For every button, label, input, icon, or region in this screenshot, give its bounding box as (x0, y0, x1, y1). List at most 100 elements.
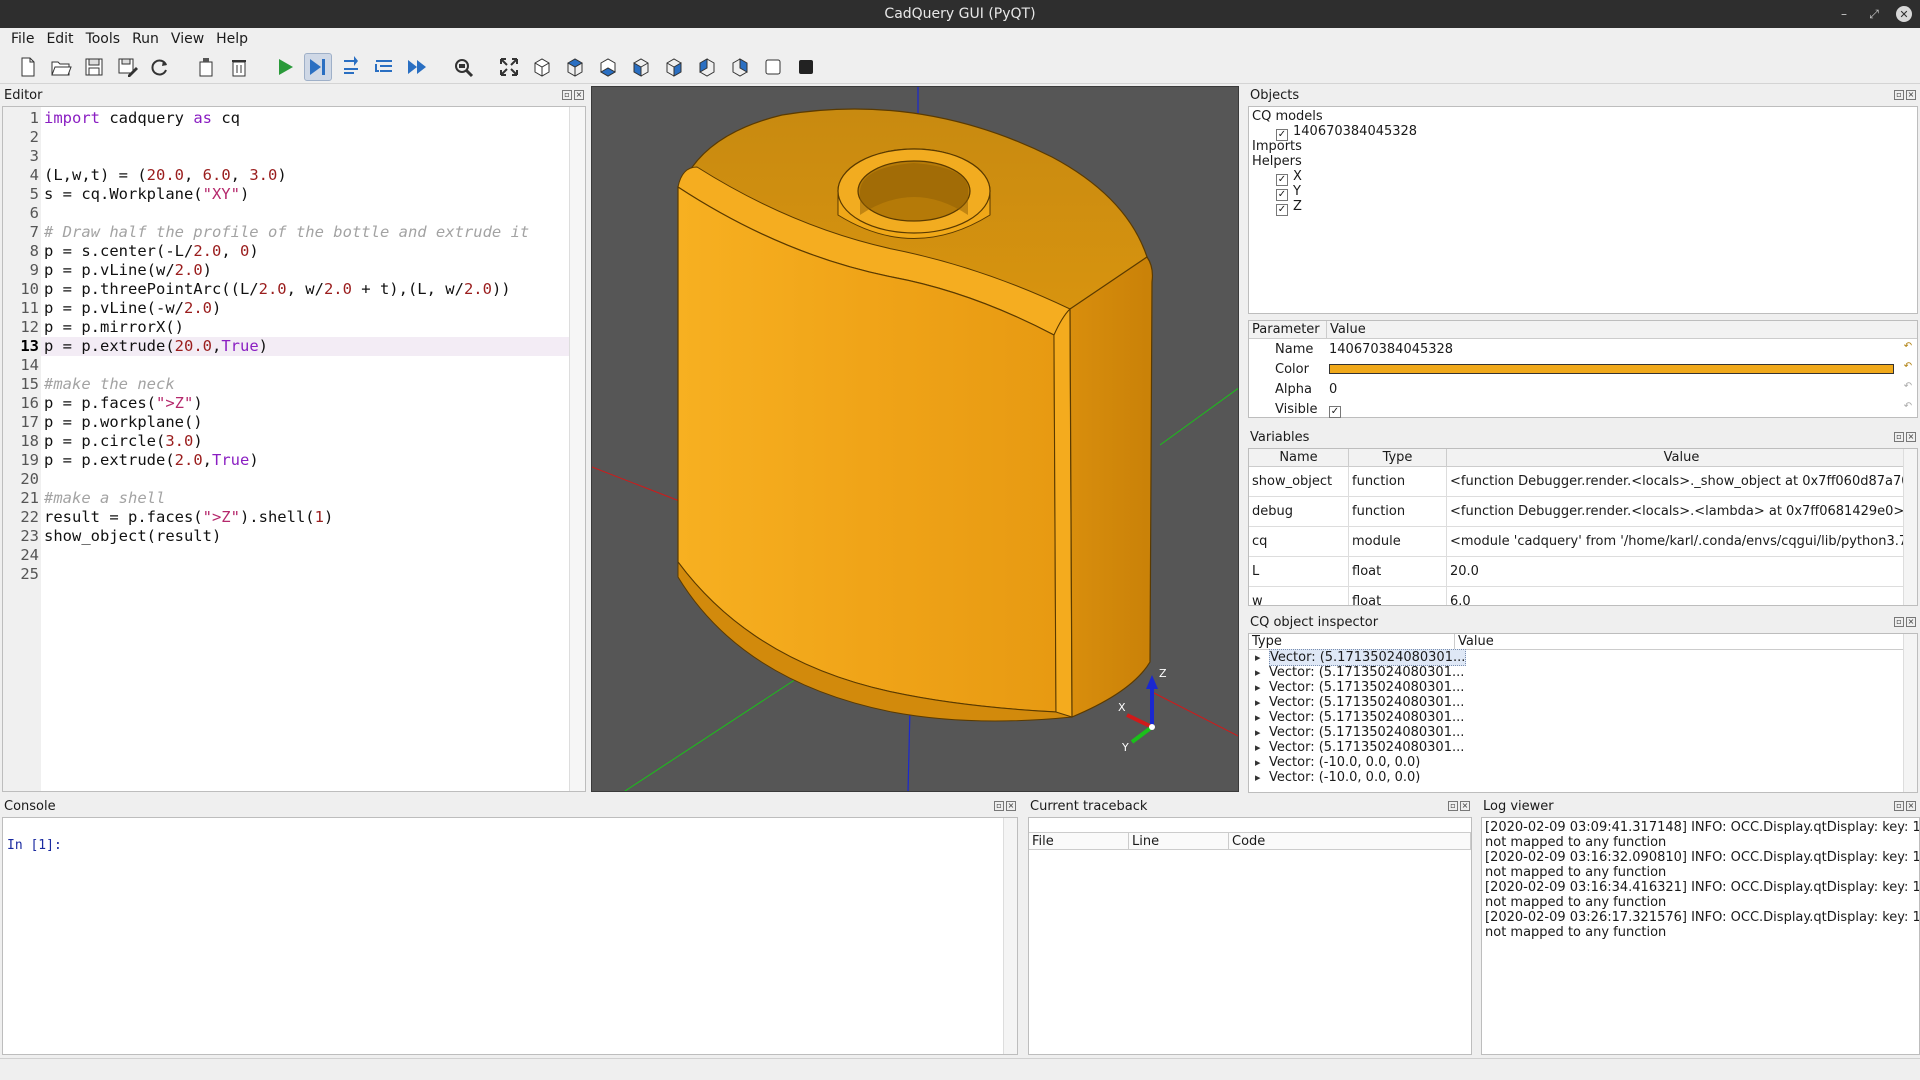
code-text[interactable] (41, 470, 44, 489)
reset-icon[interactable]: ↶ (1899, 401, 1917, 417)
tree-group-cq-models[interactable]: CQ models (1252, 109, 1914, 124)
table-row[interactable]: show_object function <function Debugger.re… (1249, 466, 1917, 497)
float-icon[interactable]: ▫ (1894, 432, 1904, 442)
close-icon[interactable]: × (1906, 801, 1916, 811)
checkbox-checked-icon[interactable]: ✓ (1329, 405, 1341, 418)
tree-item[interactable]: Vector: (5.17135024080301... (1249, 710, 1917, 725)
iso-view-icon[interactable] (528, 53, 556, 81)
run-icon[interactable] (271, 53, 299, 81)
save-as-icon[interactable] (113, 53, 141, 81)
code-line[interactable]: 10 p = p.threePointArc((L/2.0, w/2.0 + t)… (3, 280, 571, 299)
close-icon[interactable]: × (1006, 801, 1016, 811)
tree-item-model[interactable]: ✓ 140670384045328 (1252, 124, 1914, 141)
menu-tools[interactable]: Tools (81, 31, 126, 47)
tree-item[interactable]: Vector: (5.17135024080301... (1249, 680, 1917, 695)
code-text[interactable]: #make the neck (41, 375, 175, 394)
tree-item-helper-x[interactable]: ✓ X (1252, 169, 1914, 186)
editor-scrollbar[interactable] (569, 107, 585, 791)
code-line[interactable]: 12 p = p.mirrorX() (3, 318, 571, 337)
code-line[interactable]: 22 result = p.faces(">Z").shell(1) (3, 508, 571, 527)
menu-view[interactable]: View (166, 31, 209, 47)
variables-scrollbar[interactable] (1903, 449, 1917, 605)
code-line[interactable]: 17 p = p.workplane() (3, 413, 571, 432)
3d-viewer[interactable]: Z X Y (591, 86, 1239, 792)
reset-icon[interactable]: ↶ (1899, 381, 1917, 397)
close-icon[interactable]: × (1460, 801, 1470, 811)
close-icon[interactable]: × (574, 90, 584, 100)
console-input[interactable]: In [1]: (2, 817, 1018, 1055)
save-icon[interactable] (80, 53, 108, 81)
code-line[interactable]: 25 (3, 565, 571, 584)
tree-item[interactable]: Vector: (-10.0, 0.0, 0.0) (1249, 755, 1917, 770)
code-text[interactable]: p = p.vLine(-w/2.0) (41, 299, 221, 318)
code-line[interactable]: 9p = p.vLine(w/2.0) (3, 261, 571, 280)
tree-item-helper-y[interactable]: ✓ Y (1252, 184, 1914, 201)
code-line[interactable]: 24 (3, 546, 571, 565)
close-icon[interactable]: × (1906, 90, 1916, 100)
reset-icon[interactable]: ↶ (1899, 361, 1917, 377)
tree-item[interactable]: Vector: (5.17135024080301... (1249, 649, 1917, 666)
menu-run[interactable]: Run (127, 31, 164, 47)
table-row[interactable]: debug function <function Debugger.render.<… (1249, 496, 1917, 527)
code-text[interactable]: p = p.circle(3.0) (41, 432, 203, 451)
code-line[interactable]: 6 (3, 204, 571, 223)
code-text[interactable]: p = p.faces(">Z") (41, 394, 203, 413)
property-row-visible[interactable]: Visible ✓ ↶ (1249, 399, 1917, 419)
step-icon[interactable] (337, 53, 365, 81)
code-text[interactable]: p = p.extrude(2.0,True) (41, 451, 259, 470)
code-line[interactable]: 23 show_object(result) (3, 527, 571, 546)
property-value[interactable]: 0 (1327, 382, 1899, 397)
minimize-icon[interactable]: – (1836, 6, 1852, 22)
property-value[interactable]: 140670384045328 (1327, 342, 1899, 357)
float-icon[interactable]: ▫ (994, 801, 1004, 811)
objects-tree[interactable]: CQ models ✓ 140670384045328 Imports Helpe… (1248, 106, 1918, 314)
code-text[interactable] (41, 204, 44, 223)
code-line[interactable]: 16 p = p.faces(">Z") (3, 394, 571, 413)
code-area[interactable]: 1 import cadquery as cq 2 3 4 (L,w,t) = (20.0… (3, 109, 571, 584)
code-line[interactable]: 21 #make a shell (3, 489, 571, 508)
left-view-icon[interactable] (693, 53, 721, 81)
code-text[interactable]: #make a shell (41, 489, 165, 508)
front-view-icon[interactable] (627, 53, 655, 81)
checkbox-checked-icon[interactable]: ✓ (1276, 204, 1288, 216)
open-folder-icon[interactable] (47, 53, 75, 81)
step-in-icon[interactable] (370, 53, 398, 81)
code-line[interactable]: 15 #make the neck (3, 375, 571, 394)
code-text[interactable]: result = p.faces(">Z").shell(1) (41, 508, 333, 527)
cad-model[interactable] (677, 108, 1154, 722)
code-line[interactable]: 14 (3, 356, 571, 375)
tree-group-helpers[interactable]: Helpers (1252, 154, 1914, 169)
property-row-color[interactable]: Color ↶ (1249, 359, 1917, 379)
tree-item[interactable]: Vector: (5.17135024080301... (1249, 740, 1917, 755)
code-text[interactable] (41, 147, 44, 166)
code-line[interactable]: 4 (L,w,t) = (20.0, 6.0, 3.0) (3, 166, 571, 185)
tree-item[interactable]: Vector: (5.17135024080301... (1249, 695, 1917, 710)
code-text[interactable]: p = p.vLine(w/2.0) (41, 261, 212, 280)
menu-file[interactable]: File (6, 31, 39, 47)
code-text[interactable]: p = p.workplane() (41, 413, 203, 432)
viewer-canvas[interactable]: Z X Y (592, 87, 1239, 792)
right-view-icon[interactable] (726, 53, 754, 81)
table-row[interactable]: Lfloat 20.0 (1249, 556, 1917, 587)
code-text[interactable]: (L,w,t) = (20.0, 6.0, 3.0) (41, 166, 287, 185)
console-scrollbar[interactable] (1003, 818, 1017, 1054)
tree-item[interactable]: Vector: (5.17135024080301... (1249, 665, 1917, 680)
code-line[interactable]: 11 p = p.vLine(-w/2.0) (3, 299, 571, 318)
close-icon[interactable]: ✕ (1896, 6, 1912, 22)
reload-icon[interactable] (146, 53, 174, 81)
debug-icon[interactable] (304, 52, 332, 81)
clear-objects-icon[interactable] (192, 53, 220, 81)
code-text[interactable]: import cadquery as cq (41, 109, 240, 128)
code-text[interactable]: p = p.mirrorX() (41, 318, 184, 337)
delete-icon[interactable] (225, 53, 253, 81)
float-icon[interactable]: ▫ (1894, 617, 1904, 627)
close-icon[interactable]: × (1906, 617, 1916, 627)
continue-icon[interactable] (403, 53, 431, 81)
float-icon[interactable]: ▫ (1448, 801, 1458, 811)
code-text[interactable] (41, 356, 44, 375)
reset-icon[interactable]: ↶ (1899, 341, 1917, 357)
maximize-icon[interactable]: ⤢ (1866, 6, 1882, 22)
code-line[interactable]: 1 import cadquery as cq (3, 109, 571, 128)
code-text[interactable] (41, 546, 44, 565)
property-row-alpha[interactable]: Alpha 0 ↶ (1249, 379, 1917, 399)
